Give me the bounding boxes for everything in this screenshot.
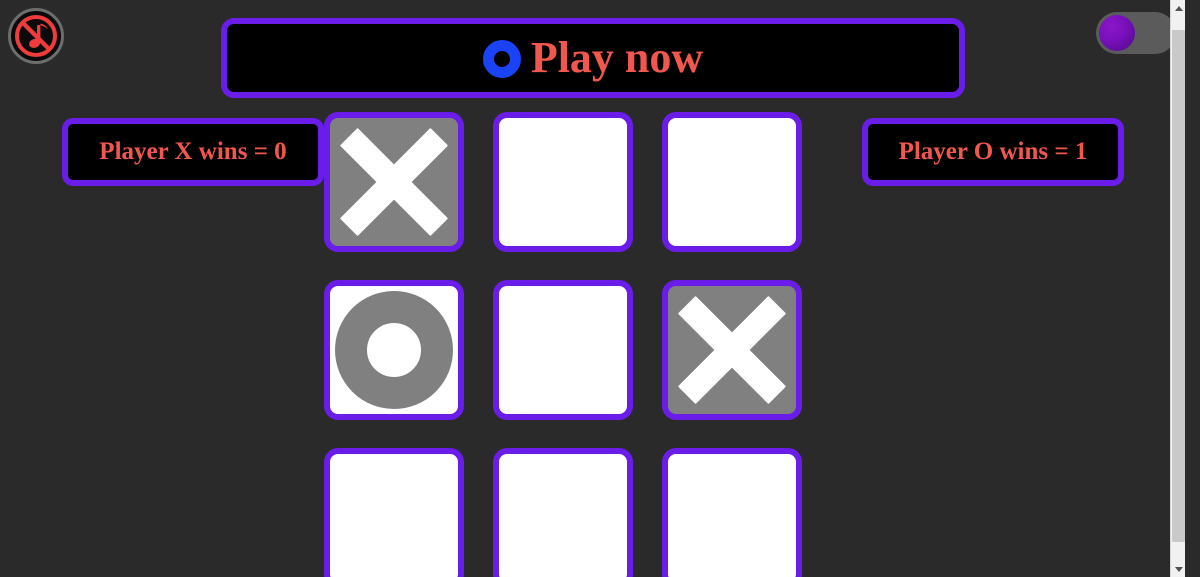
board-cell[interactable] — [324, 280, 464, 420]
board-cell[interactable] — [662, 112, 802, 252]
board-cell[interactable] — [493, 448, 633, 577]
play-now-label: Play now — [530, 33, 704, 82]
sound-toggle-switch[interactable] — [1096, 12, 1176, 54]
scroll-down-icon[interactable] — [1171, 561, 1185, 577]
tic-tac-toe-board — [324, 112, 804, 577]
toggle-knob — [1099, 15, 1135, 51]
game-stage: Play now Player X wins = 0 Player O wins… — [0, 0, 1185, 577]
board-cell[interactable] — [662, 448, 802, 577]
board-cell[interactable] — [493, 112, 633, 252]
player-o-score: Player O wins = 1 — [862, 118, 1124, 186]
play-now-button[interactable]: Play now — [221, 18, 965, 98]
o-ring-icon — [482, 40, 521, 78]
board-cell[interactable] — [662, 280, 802, 420]
player-o-score-label: Player O wins = 1 — [898, 138, 1088, 165]
scrollbar-thumb[interactable] — [1172, 30, 1185, 542]
mute-button[interactable] — [8, 8, 64, 64]
player-x-score: Player X wins = 0 — [62, 118, 324, 186]
music-note-muted-icon — [15, 15, 57, 57]
board-cell[interactable] — [324, 448, 464, 577]
vertical-scrollbar[interactable] — [1170, 0, 1185, 577]
scroll-up-icon[interactable] — [1171, 0, 1185, 16]
x-mark-icon — [342, 130, 446, 234]
board-cell[interactable] — [324, 112, 464, 252]
o-mark-icon — [335, 291, 453, 409]
player-x-score-label: Player X wins = 0 — [99, 138, 287, 165]
x-mark-icon — [680, 298, 784, 402]
board-cell[interactable] — [493, 280, 633, 420]
